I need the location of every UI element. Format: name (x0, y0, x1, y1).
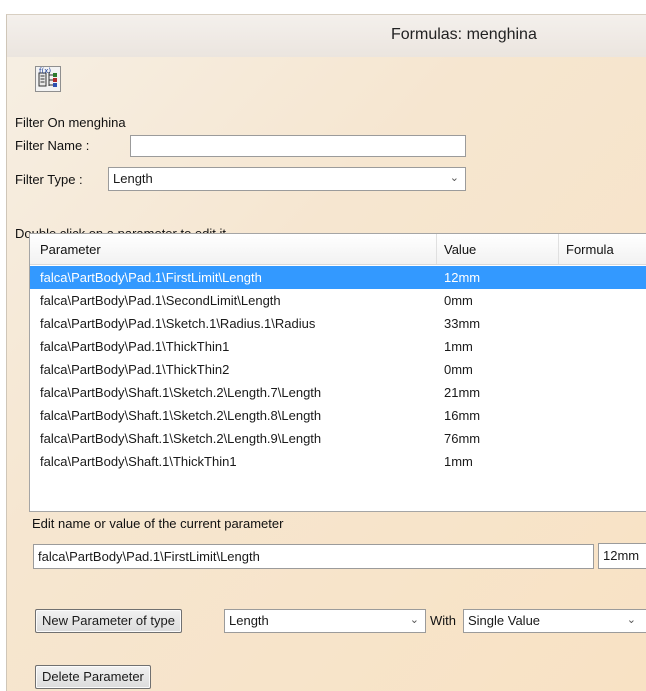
table-row[interactable]: falca\PartBody\Shaft.1\ThickThin1 1mm (30, 450, 646, 473)
column-header-value[interactable]: Value (444, 242, 476, 257)
filter-type-select[interactable]: Length ⌄ (108, 167, 466, 191)
parameter-name-input[interactable]: falca\PartBody\Pad.1\FirstLimit\Length (33, 544, 594, 569)
chevron-down-icon: ⌄ (449, 172, 459, 184)
row-parameter: falca\PartBody\Pad.1\ThickThin1 (40, 339, 230, 354)
filter-name-input[interactable] (130, 135, 466, 157)
background-strip (0, 0, 646, 14)
formula-tree-button[interactable]: f(x) (35, 66, 61, 92)
window-title: Formulas: menghina (391, 26, 537, 43)
filter-name-label: Filter Name : (15, 138, 90, 153)
filter-type-label: Filter Type : (15, 172, 83, 187)
row-value: 33mm (444, 316, 481, 331)
with-label: With (430, 613, 456, 628)
column-header-formula[interactable]: Formula (566, 242, 614, 257)
row-value: 0mm (444, 293, 473, 308)
delete-parameter-button[interactable]: Delete Parameter (35, 665, 151, 689)
table-row[interactable]: falca\PartBody\Shaft.1\Sketch.2\Length.8… (30, 404, 646, 427)
table-row[interactable]: falca\PartBody\Pad.1\FirstLimit\Length 1… (30, 266, 646, 289)
table-row[interactable]: falca\PartBody\Pad.1\ThickThin2 0mm (30, 358, 646, 381)
table-row[interactable]: falca\PartBody\Pad.1\Sketch.1\Radius.1\R… (30, 312, 646, 335)
row-parameter: falca\PartBody\Pad.1\SecondLimit\Length (40, 293, 281, 308)
chevron-down-icon: ⌄ (409, 614, 419, 626)
table-row[interactable]: falca\PartBody\Pad.1\SecondLimit\Length … (30, 289, 646, 312)
row-value: 1mm (444, 339, 473, 354)
parameter-list[interactable]: Parameter Value Formula falca\PartBody\P… (29, 233, 646, 512)
row-parameter: falca\PartBody\Shaft.1\ThickThin1 (40, 454, 237, 469)
filter-on-label: Filter On menghina (15, 115, 126, 130)
parameter-value-input[interactable]: 12mm (598, 543, 646, 569)
row-value: 16mm (444, 408, 481, 423)
row-parameter: falca\PartBody\Shaft.1\Sketch.2\Length.7… (40, 385, 322, 400)
new-parameter-type-value: Length (229, 613, 269, 628)
chevron-down-icon: ⌄ (626, 614, 636, 626)
row-parameter: falca\PartBody\Pad.1\Sketch.1\Radius.1\R… (40, 316, 316, 331)
edit-label: Edit name or value of the current parame… (32, 516, 284, 531)
row-parameter: falca\PartBody\Pad.1\FirstLimit\Length (40, 270, 262, 285)
row-parameter: falca\PartBody\Shaft.1\Sketch.2\Length.9… (40, 431, 322, 446)
value-mode-value: Single Value (468, 613, 541, 628)
list-header: Parameter Value Formula (30, 234, 646, 265)
row-value: 76mm (444, 431, 481, 446)
row-parameter: falca\PartBody\Shaft.1\Sketch.2\Length.8… (40, 408, 322, 423)
title-bar[interactable]: Formulas: menghina (7, 15, 646, 57)
new-parameter-type-select[interactable]: Length ⌄ (224, 609, 426, 633)
new-parameter-button[interactable]: New Parameter of type (35, 609, 182, 633)
row-parameter: falca\PartBody\Pad.1\ThickThin2 (40, 362, 230, 377)
row-value: 21mm (444, 385, 481, 400)
formula-tree-icon: f(x) (38, 67, 57, 87)
value-mode-select[interactable]: Single Value ⌄ (463, 609, 646, 633)
table-row[interactable]: falca\PartBody\Pad.1\ThickThin1 1mm (30, 335, 646, 358)
table-row[interactable]: falca\PartBody\Shaft.1\Sketch.2\Length.7… (30, 381, 646, 404)
row-value: 1mm (444, 454, 473, 469)
row-value: 0mm (444, 362, 473, 377)
row-value: 12mm (444, 270, 481, 285)
filter-type-value: Length (113, 171, 153, 186)
table-row[interactable]: falca\PartBody\Shaft.1\Sketch.2\Length.9… (30, 427, 646, 450)
column-header-parameter[interactable]: Parameter (40, 242, 101, 257)
